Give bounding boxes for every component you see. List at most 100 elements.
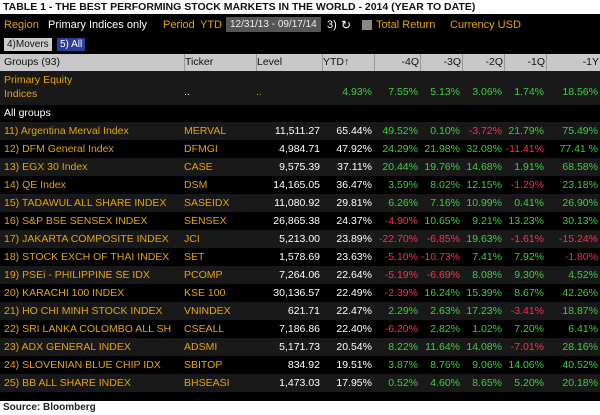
cell-name: 23) ADX GENERAL INDEX (4, 341, 131, 353)
table-row[interactable]: 22) SRI LANKA COLOMBO ALL SH CSEALL 7,186.… (0, 320, 600, 338)
col-header-2q[interactable]: -2Q (462, 54, 503, 71)
cell-y1: 28.16% (562, 341, 598, 353)
cell-q4: 0.52% (388, 377, 418, 389)
cell-level: 5,213.00 (279, 233, 320, 245)
cell-q2: 10.99% (466, 197, 502, 209)
cell-name: 20) KARACHI 100 INDEX (4, 287, 125, 299)
filter-bar: Region Primary Indices only Period YTD 1… (0, 14, 600, 36)
cell-q3: 11.64% (425, 341, 460, 353)
cell-q3: 8.02% (430, 179, 460, 191)
cell-q1: 0.41% (514, 197, 544, 209)
cell-level: 7,186.86 (279, 323, 320, 335)
table-row[interactable]: 15) TADAWUL ALL SHARE INDEX SASEIDX 11,080… (0, 194, 600, 212)
region-dropdown[interactable]: Primary Indices only (48, 14, 147, 36)
cell-level: 11,511.27 (274, 125, 320, 137)
table-row[interactable]: 20) KARACHI 100 INDEX KSE 100 30,136.57 22.… (0, 284, 600, 302)
col-header-4q[interactable]: -4Q (374, 54, 419, 71)
cell-q3: 8.76% (430, 359, 460, 371)
primary-equity-4q: 7.55% (388, 86, 418, 98)
cell-level: 1,578.69 (279, 251, 320, 263)
cell-q4: -5.19% (384, 269, 418, 281)
primary-equity-ytd: 4.93% (342, 86, 372, 98)
table-row[interactable]: 11) Argentina Merval Index MERVAL 11,511.2… (0, 122, 600, 140)
cell-q4: -5.10% (384, 251, 418, 263)
cell-name: 12) DFM General Index (4, 143, 114, 155)
cell-q1: 7.92% (514, 251, 544, 263)
cell-level: 5,171.73 (279, 341, 320, 353)
cell-ytd: 23.89% (336, 233, 372, 245)
cell-y1: 75.49% (562, 125, 598, 137)
table-row[interactable]: 13) EGX 30 Index CASE 9,575.39 37.11% 20.44%… (0, 158, 600, 176)
col-header-level[interactable]: Level (256, 54, 321, 71)
table-row[interactable]: 16) S&P BSE SENSEX INDEX SENSEX 26,865.38 2… (0, 212, 600, 230)
col-header-1q[interactable]: -1Q (504, 54, 545, 71)
col-header-ytd[interactable]: YTD↑ (322, 54, 373, 71)
cell-q4: -6.20% (384, 323, 418, 335)
cell-ytd: 29.81% (336, 197, 372, 209)
table-row[interactable]: 23) ADX GENERAL INDEX ADSMI 5,171.73 20.54%… (0, 338, 600, 356)
refresh-icon[interactable]: ↻ (341, 14, 351, 36)
cell-ticker: SASEIDX (184, 197, 230, 209)
cell-q3: 7.16% (430, 197, 460, 209)
tab-all[interactable]: 5) All (57, 38, 86, 51)
cell-y1: -15.24% (558, 233, 598, 245)
cell-ytd: 65.44% (336, 125, 372, 137)
cell-name: 21) HO CHI MINH STOCK INDEX (4, 305, 163, 317)
cell-q1: -11.41% (505, 143, 544, 155)
table-row[interactable]: 14) QE Index DSM 14,165.05 36.47% 3.59% 8.02%… (0, 176, 600, 194)
table-row[interactable]: 17) JAKARTA COMPOSITE INDEX JCI 5,213.00 23… (0, 230, 600, 248)
table-row[interactable]: 21) HO CHI MINH STOCK INDEX VNINDEX 621.71… (0, 302, 600, 320)
cell-q1: 14.06% (508, 359, 544, 371)
date-range-field[interactable]: 12/31/13 - 09/17/14 (226, 17, 321, 32)
cell-y1: 18.87% (562, 305, 598, 317)
cell-q3: 4.60% (430, 377, 460, 389)
cell-q4: 3.87% (388, 359, 418, 371)
cell-q4: 2.29% (388, 305, 418, 317)
cell-q1: 5.20% (514, 377, 544, 389)
cell-ytd: 36.47% (336, 179, 372, 191)
cell-y1: 6.41% (568, 323, 598, 335)
cell-q3: 21.98% (424, 143, 460, 155)
option-3-button[interactable]: 3) (327, 14, 337, 36)
table-row[interactable]: 24) SLOVENIAN BLUE CHIP IDX SBITOP 834.92 1… (0, 356, 600, 374)
cell-ticker: KSE 100 (184, 287, 226, 299)
cell-ytd: 22.64% (336, 269, 372, 281)
screenshot-frame: TABLE 1 - THE BEST PERFORMING STOCK MARK… (0, 0, 600, 415)
cell-q2: -3.72% (468, 125, 502, 137)
currency-selector[interactable]: Currency USD (450, 14, 521, 36)
cell-q1: 13.23% (508, 215, 544, 227)
cell-q2: 17.23% (466, 305, 502, 317)
cell-ytd: 17.95% (336, 377, 372, 389)
table-row[interactable]: 18) STOCK EXCH OF THAI INDEX SET 1,578.69 2… (0, 248, 600, 266)
cell-level: 11,080.92 (274, 197, 320, 209)
cell-ticker: CASE (184, 161, 213, 173)
primary-equity-name-line1: Primary Equity (4, 74, 73, 86)
cell-level: 834.92 (287, 359, 320, 371)
period-dropdown[interactable]: YTD (200, 14, 222, 36)
cell-q3: -6.69% (426, 269, 460, 281)
table-row[interactable]: 12) DFM General Index DFMGI 4,984.71 47.92%… (0, 140, 600, 158)
col-header-group[interactable]: Groups (93) (4, 54, 182, 71)
cell-y1: -1.80% (564, 251, 598, 263)
primary-equity-row[interactable]: Primary Equity Indices .. .. 4.93% 7.55%… (0, 71, 600, 105)
cell-q1: 7.20% (514, 323, 544, 335)
cell-level: 9,575.39 (279, 161, 320, 173)
period-label: Period (163, 19, 195, 31)
cell-q3: 10.65% (424, 215, 460, 227)
total-return-checkbox[interactable] (362, 20, 372, 30)
table-row[interactable]: 19) PSEi - PHILIPPINE SE IDX PCOMP 7,264.0… (0, 266, 600, 284)
col-header-3q[interactable]: -3Q (420, 54, 461, 71)
cell-q2: 19.63% (466, 233, 502, 245)
tab-movers[interactable]: 4)Movers (4, 38, 52, 51)
col-header-1y[interactable]: -1Y (546, 54, 599, 71)
cell-q2: 9.21% (472, 215, 502, 227)
cell-q1: 21.79% (508, 125, 544, 137)
cell-level: 4,984.71 (279, 143, 320, 155)
col-header-ticker[interactable]: Ticker (184, 54, 255, 71)
cell-q4: 8.22% (388, 341, 418, 353)
cell-q4: 6.26% (388, 197, 418, 209)
table-row[interactable]: 25) BB ALL SHARE INDEX BHSEASI 1,473.03 17.… (0, 374, 600, 392)
primary-equity-level: .. (256, 86, 262, 98)
cell-y1: 42.26% (562, 287, 598, 299)
cell-q3: 0.10% (430, 125, 460, 137)
